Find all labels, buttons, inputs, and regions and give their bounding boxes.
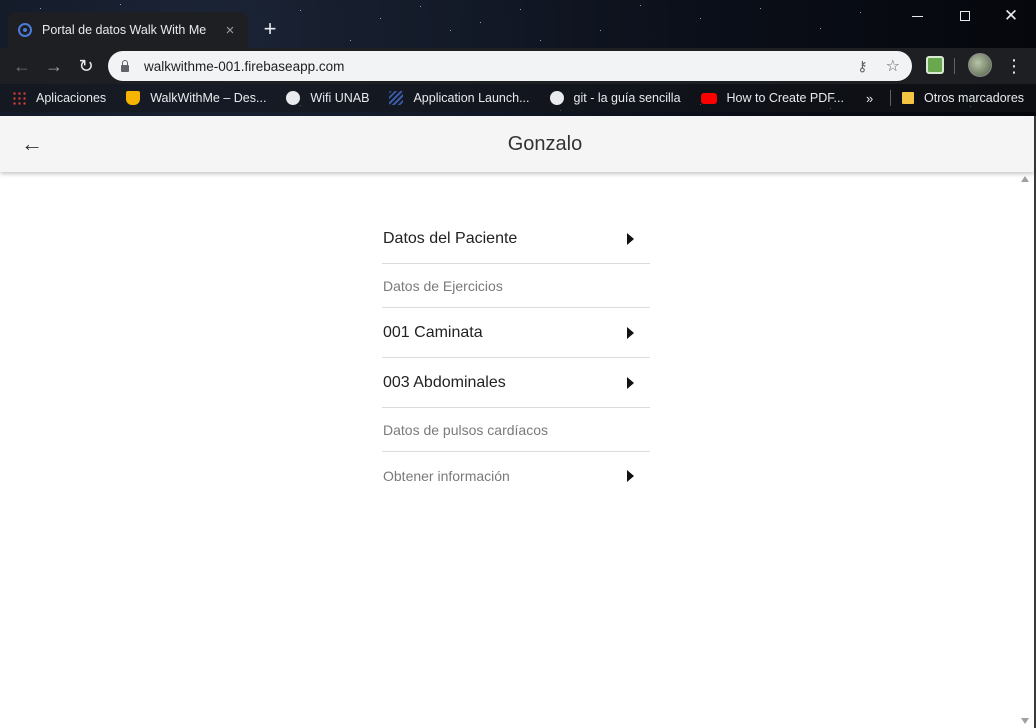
vertical-scrollbar[interactable] xyxy=(1018,174,1034,726)
stack-icon xyxy=(389,91,404,105)
url-text[interactable]: walkwithme-001.firebaseapp.com xyxy=(144,59,857,74)
scroll-down-icon[interactable] xyxy=(1021,718,1029,724)
more-bookmarks-chevron-icon[interactable]: » xyxy=(866,91,873,106)
arrow-right-icon xyxy=(627,326,634,339)
subheader-datos-de-ejercicios: Datos de Ejercicios xyxy=(382,264,650,308)
back-arrow-icon[interactable]: ← xyxy=(10,54,34,78)
profile-avatar[interactable] xyxy=(968,53,992,77)
app-content: ← Gonzalo Datos del Paciente Datos de Ej… xyxy=(0,116,1036,728)
bookmarks-bar: Aplicaciones WalkWithMe – Des... Wifi UN… xyxy=(0,84,1036,112)
minimize-button[interactable] xyxy=(894,4,940,28)
list-item-datos-del-paciente[interactable]: Datos del Paciente xyxy=(382,214,650,264)
tab-strip: Portal de datos Walk With Me × + ✕ xyxy=(0,0,1036,48)
address-bar[interactable]: walkwithme-001.firebaseapp.com ⚷ ☆ xyxy=(108,51,912,81)
toolbar-divider xyxy=(954,58,955,74)
tab-title: Portal de datos Walk With Me xyxy=(42,23,207,37)
reload-icon[interactable]: ↻ xyxy=(74,54,98,78)
firebase-icon xyxy=(126,91,141,105)
forward-arrow-icon[interactable]: → xyxy=(42,54,66,78)
maximize-icon xyxy=(960,11,970,21)
list-item-001-caminata[interactable]: 001 Caminata xyxy=(382,308,650,358)
lock-icon[interactable] xyxy=(120,60,130,72)
apps-grid-icon xyxy=(12,91,26,105)
list-item-label: 001 Caminata xyxy=(383,323,483,341)
bookmark-label: Wifi UNAB xyxy=(310,91,370,105)
site-favicon-icon xyxy=(18,23,32,37)
bookmark-label: Aplicaciones xyxy=(36,91,107,105)
arrow-right-icon xyxy=(627,232,634,245)
youtube-icon xyxy=(700,92,717,104)
browser-chrome: Portal de datos Walk With Me × + ✕ ← → ↻… xyxy=(0,0,1036,116)
folder-icon xyxy=(902,92,914,104)
extension-icon[interactable] xyxy=(926,56,944,74)
globe-icon xyxy=(286,91,301,105)
bookmark-how-to-create-pdf[interactable]: How to Create PDF... xyxy=(700,91,844,105)
key-icon[interactable]: ⚷ xyxy=(857,58,867,75)
tab-close-icon[interactable]: × xyxy=(222,22,238,39)
app-bar: ← Gonzalo xyxy=(0,116,1034,172)
bookmark-apps[interactable]: Aplicaciones xyxy=(12,91,106,105)
bookmark-label: WalkWithMe – Des... xyxy=(150,91,267,105)
page-title: Gonzalo xyxy=(507,133,583,155)
globe-icon xyxy=(549,91,564,105)
bookmark-label: git - la guía sencilla xyxy=(573,91,681,105)
subheader-datos-de-pulsos: Datos de pulsos cardíacos xyxy=(382,408,650,452)
close-window-button[interactable]: ✕ xyxy=(988,4,1034,28)
bookmark-application-launch[interactable]: Application Launch... xyxy=(389,91,530,105)
other-bookmarks-label: Otros marcadores xyxy=(924,91,1025,105)
bookmark-walkwithme[interactable]: WalkWithMe – Des... xyxy=(126,91,266,105)
arrow-right-icon xyxy=(627,470,634,482)
kebab-menu-icon[interactable]: ⋮ xyxy=(1004,54,1024,78)
subheader-label: Datos de Ejercicios xyxy=(383,277,503,294)
menu-list: Datos del Paciente Datos de Ejercicios 0… xyxy=(382,214,650,500)
browser-toolbar: ← → ↻ walkwithme-001.firebaseapp.com ⚷ ☆… xyxy=(0,48,1036,84)
list-item-label: Datos del Paciente xyxy=(383,229,518,247)
bookmark-git[interactable]: git - la guía sencilla xyxy=(549,91,681,105)
list-item-label: 003 Abdominales xyxy=(383,373,506,391)
list-item-label: Obtener información xyxy=(383,468,510,484)
arrow-right-icon xyxy=(627,376,634,389)
bookmark-wifi-unab[interactable]: Wifi UNAB xyxy=(286,91,369,105)
star-icon[interactable]: ☆ xyxy=(886,56,900,76)
minimize-icon xyxy=(911,15,923,17)
other-bookmarks[interactable]: Otros marcadores xyxy=(902,91,1024,105)
bookmark-label: How to Create PDF... xyxy=(726,91,844,105)
list-item-obtener-informacion[interactable]: Obtener información xyxy=(382,452,650,500)
maximize-button[interactable] xyxy=(942,4,988,28)
bookmark-label: Application Launch... xyxy=(413,91,530,105)
browser-tab[interactable]: Portal de datos Walk With Me × xyxy=(8,12,248,48)
bookmarks-divider xyxy=(890,90,891,106)
new-tab-button[interactable]: + xyxy=(260,18,280,40)
list-item-003-abdominales[interactable]: 003 Abdominales xyxy=(382,358,650,408)
subheader-label: Datos de pulsos cardíacos xyxy=(383,421,548,438)
scroll-up-icon[interactable] xyxy=(1021,176,1029,182)
